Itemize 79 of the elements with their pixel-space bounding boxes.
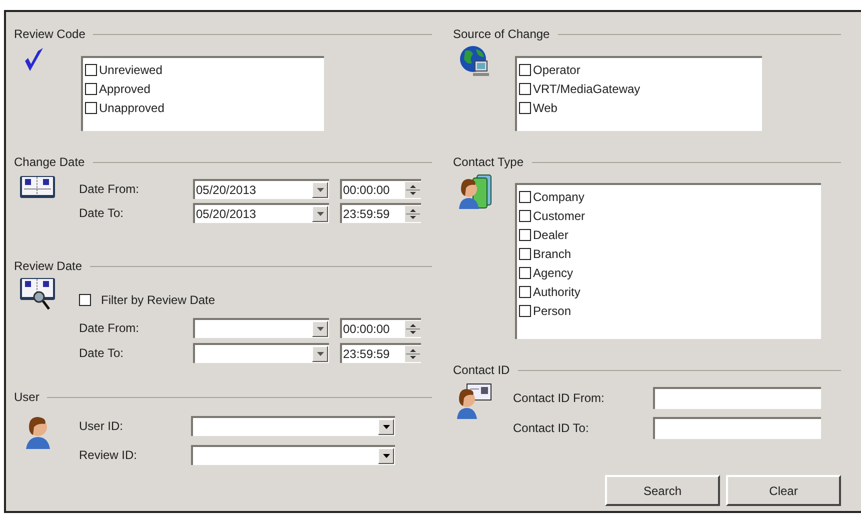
dropdown-button[interactable] — [312, 346, 328, 362]
section-title: Review Code — [14, 26, 86, 43]
spin-arrows-icon[interactable] — [405, 346, 421, 362]
spin-arrows-icon[interactable] — [405, 321, 421, 337]
date-field[interactable]: 05/20/2013 — [193, 179, 329, 199]
spin-arrows-icon[interactable] — [405, 182, 421, 198]
checkbox[interactable] — [85, 64, 97, 76]
option-label: Approved — [99, 80, 150, 98]
dropdown-button[interactable] — [378, 448, 394, 464]
caret-icon — [382, 454, 390, 458]
option-label: Web — [533, 100, 558, 116]
dropdown-field[interactable] — [191, 416, 395, 436]
option-label: Customer — [533, 208, 586, 224]
field-label: Date To: — [79, 345, 124, 362]
spin-arrows-icon[interactable] — [405, 206, 421, 222]
option-label: Company — [533, 188, 584, 206]
option-label: Unapproved — [99, 100, 164, 116]
checkbox[interactable] — [519, 210, 531, 222]
time-field[interactable]: 00:00:00 — [340, 179, 421, 199]
section-title: Contact ID — [453, 362, 510, 379]
option-label: Operator — [533, 62, 580, 78]
action-button[interactable]: Clear — [726, 475, 841, 506]
option-label: Branch — [533, 246, 572, 262]
checkbox[interactable] — [519, 64, 531, 76]
date-field[interactable]: 05/20/2013 — [193, 203, 329, 223]
section-title: User — [14, 389, 40, 406]
section-title: Contact Type — [453, 154, 524, 171]
field-label: Date From: — [79, 320, 140, 337]
checkbox[interactable] — [519, 82, 531, 94]
caret-icon — [316, 327, 324, 331]
input-field[interactable] — [653, 417, 821, 439]
checkbox[interactable] — [519, 102, 531, 114]
checkbox[interactable] — [519, 228, 531, 240]
checkbox[interactable] — [519, 266, 531, 278]
checkbox[interactable] — [519, 286, 531, 298]
date-field[interactable] — [193, 318, 329, 338]
field-label: Contact ID From: — [513, 390, 606, 407]
checkbox[interactable] — [519, 190, 531, 202]
section-title: Review Date — [14, 258, 82, 275]
checkbox[interactable] — [519, 248, 531, 260]
dropdown-field[interactable] — [191, 445, 395, 465]
caret-icon — [316, 212, 324, 216]
field-label: User ID: — [79, 418, 124, 435]
time-field[interactable]: 00:00:00 — [340, 318, 421, 338]
dropdown-button[interactable] — [312, 206, 328, 222]
action-button[interactable]: Search — [605, 475, 720, 506]
option-label: Agency — [533, 264, 574, 282]
person-cards-icon — [457, 173, 493, 209]
caret-icon — [316, 352, 324, 356]
option-label: Unreviewed — [99, 62, 162, 78]
option-label: VRT/MediaGateway — [533, 80, 640, 98]
globe-computer-icon — [459, 45, 491, 77]
checkbox[interactable] — [519, 304, 531, 316]
dropdown-button[interactable] — [312, 321, 328, 337]
time-field[interactable]: 23:59:59 — [340, 343, 421, 363]
calendar-icon — [19, 175, 56, 199]
time-field[interactable]: 23:59:59 — [340, 203, 421, 223]
option-label: Person — [533, 302, 572, 320]
checkbox[interactable] — [85, 102, 97, 114]
input-field[interactable] — [653, 387, 821, 409]
checkbox[interactable] — [79, 294, 91, 306]
caret-icon — [382, 425, 390, 429]
checkbox-label: Filter by Review Date — [101, 292, 216, 309]
field-label: Date From: — [79, 181, 140, 198]
section-title: Change Date — [14, 154, 85, 171]
dropdown-button[interactable] — [378, 419, 394, 435]
section-title: Source of Change — [453, 26, 550, 43]
dropdown-button[interactable] — [312, 182, 328, 198]
person-icon — [24, 415, 52, 449]
checkmark-icon — [24, 47, 44, 73]
field-label: Date To: — [79, 205, 124, 222]
option-label: Dealer — [533, 226, 568, 244]
option-label: Authority — [533, 284, 580, 300]
field-label: Contact ID To: — [513, 420, 590, 437]
date-field[interactable] — [193, 343, 329, 363]
field-label: Review ID: — [79, 447, 138, 464]
checkbox[interactable] — [85, 82, 97, 94]
caret-icon — [316, 188, 324, 192]
calendar-magnifier-icon — [19, 277, 56, 311]
